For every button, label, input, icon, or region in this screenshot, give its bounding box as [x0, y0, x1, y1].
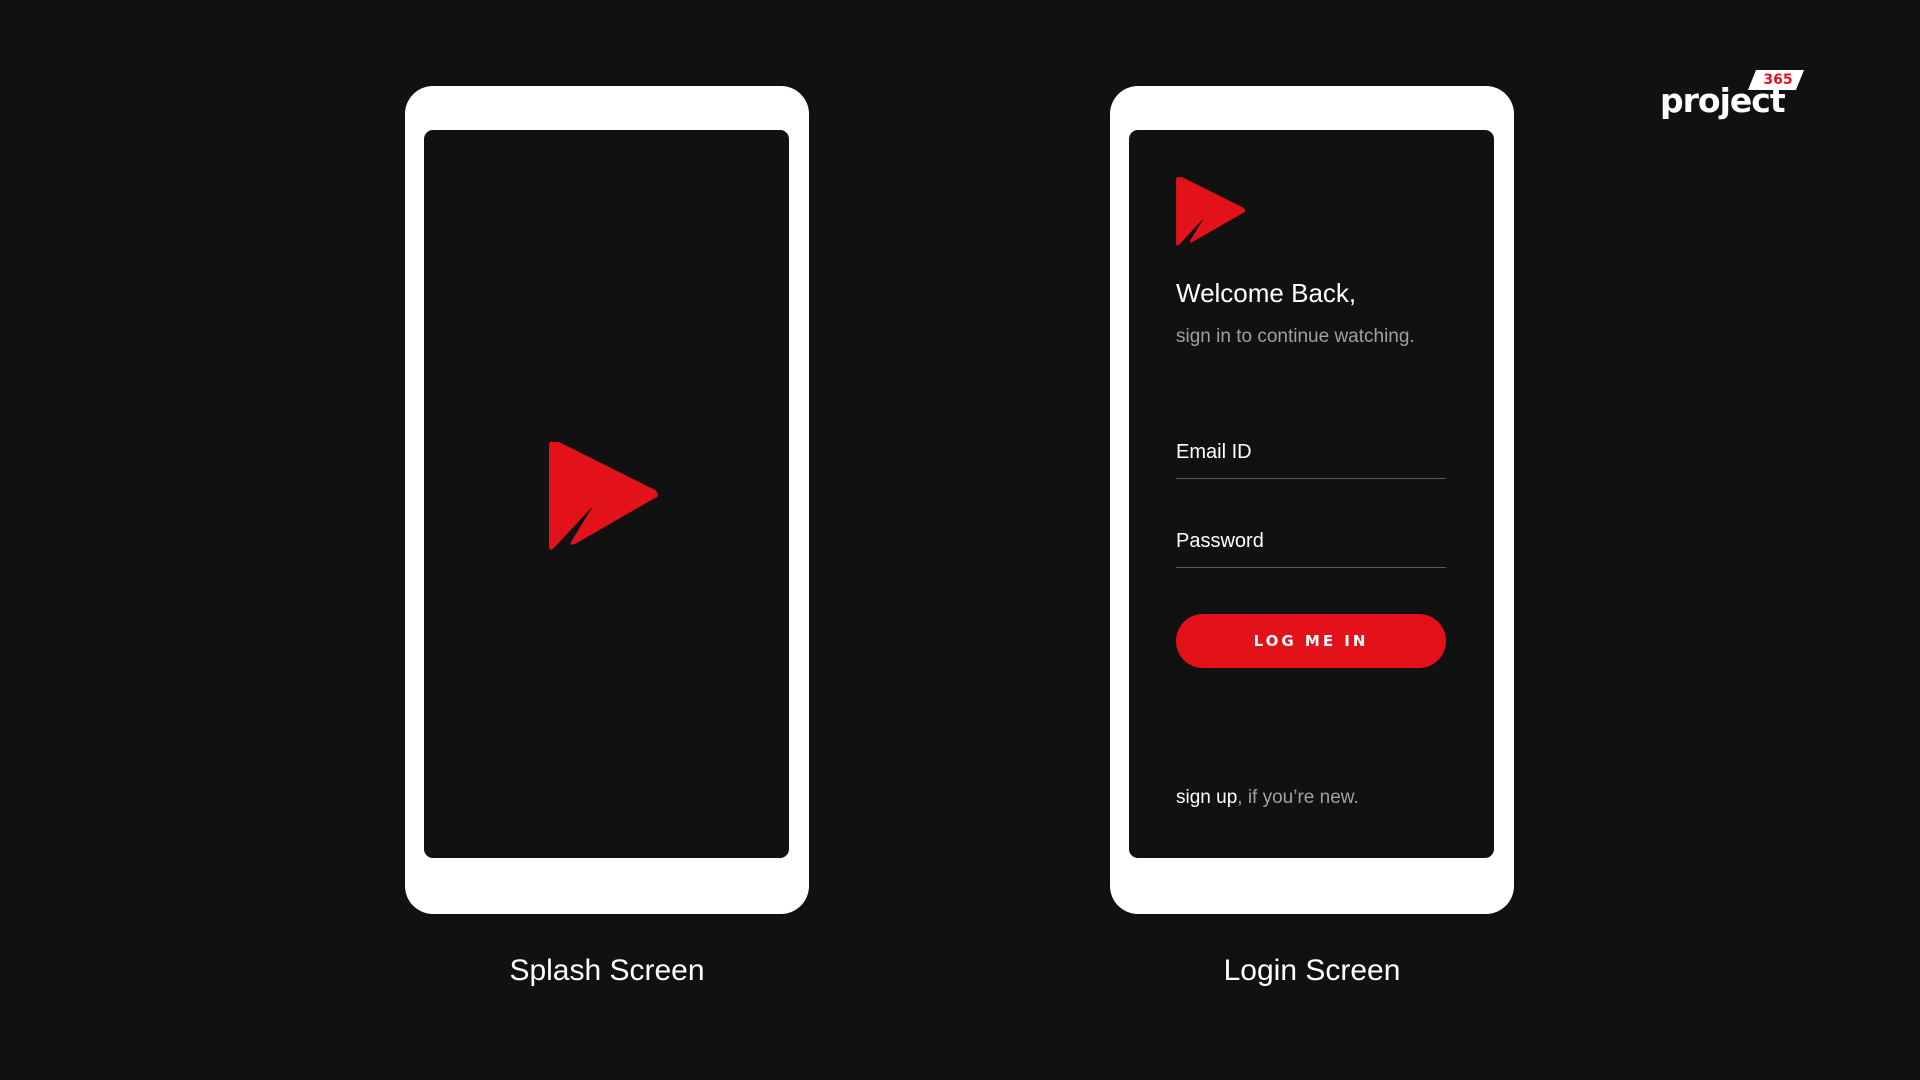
- splash-phone-frame: [405, 86, 809, 914]
- signup-suffix-text: , if you’re new.: [1237, 787, 1359, 808]
- play-triangle-logo-icon: [549, 441, 658, 550]
- email-field: [1176, 432, 1446, 479]
- email-input[interactable]: [1176, 432, 1446, 472]
- play-triangle-logo-icon: [1176, 176, 1246, 246]
- splash-screen-caption: Splash Screen: [509, 954, 705, 987]
- brand-logo: project 365: [1660, 68, 1805, 128]
- login-screen-caption: Login Screen: [1223, 954, 1401, 987]
- brand-badge-number: 365: [1763, 72, 1793, 88]
- password-input[interactable]: [1176, 521, 1446, 561]
- password-field: [1176, 521, 1446, 568]
- welcome-subtitle: sign in to continue watching.: [1176, 326, 1415, 347]
- splash-screen: [424, 130, 789, 858]
- signup-link[interactable]: sign up: [1176, 787, 1237, 808]
- welcome-title: Welcome Back,: [1176, 278, 1357, 308]
- login-screen: Welcome Back, sign in to continue watchi…: [1129, 130, 1494, 858]
- login-phone-frame: Welcome Back, sign in to continue watchi…: [1110, 86, 1514, 914]
- log-me-in-button[interactable]: LOG ME IN: [1176, 614, 1446, 668]
- presentation-canvas: project 365 Splash Screen Welcome Back, …: [0, 0, 1920, 1080]
- signup-prompt: sign up, if you’re new.: [1176, 788, 1359, 807]
